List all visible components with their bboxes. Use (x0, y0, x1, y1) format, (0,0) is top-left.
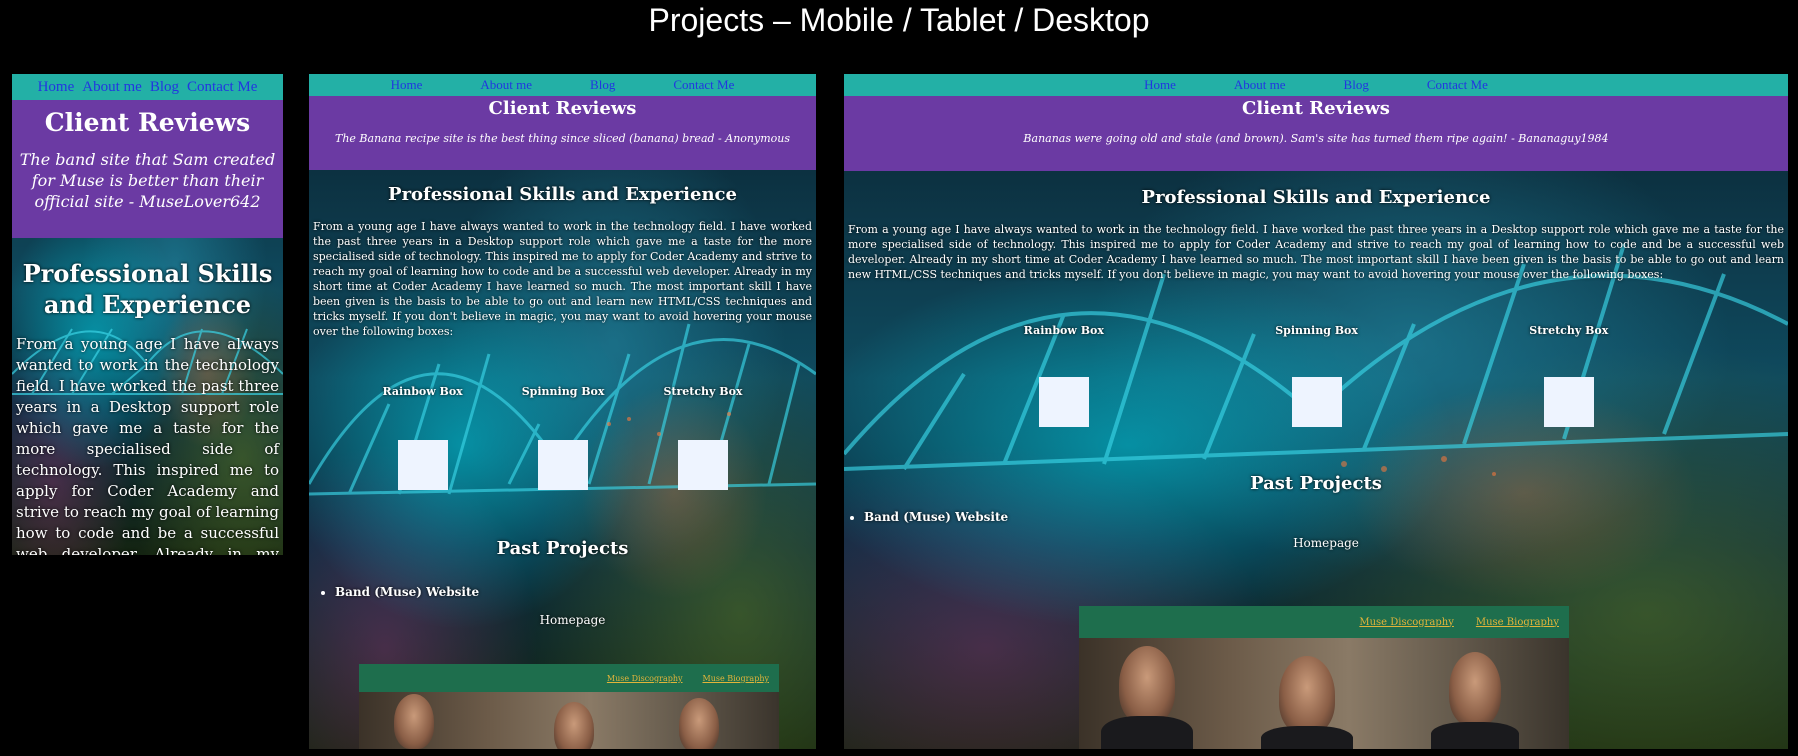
skills-heading: Professional Skills and Experience (388, 184, 737, 205)
homepage-preview: Muse Discography Muse Biography (359, 664, 779, 749)
homepage-label: Homepage (539, 613, 606, 627)
nav-about[interactable]: About me (1234, 77, 1286, 93)
preview-nav: Muse Discography Muse Biography (1079, 606, 1569, 638)
nav-home[interactable]: Home (391, 77, 423, 93)
nav-about[interactable]: About me (82, 79, 142, 96)
muse-discography-link[interactable]: Muse Discography (1359, 617, 1454, 628)
skills-text: From a young age I have always wanted to… (16, 335, 279, 555)
tablet-preview: Home About me Blog Contact Me Client Rev… (309, 74, 816, 749)
page-title: Projects – Mobile / Tablet / Desktop (648, 2, 1150, 38)
nav-contact[interactable]: Contact Me (187, 79, 257, 96)
nav-home[interactable]: Home (38, 79, 75, 96)
spinning-box[interactable] (538, 440, 589, 490)
homepage-label: Homepage (1293, 536, 1359, 550)
nav-blog[interactable]: Blog (150, 79, 179, 96)
nav-about[interactable]: About me (480, 77, 532, 93)
review-text: The band site that Sam created for Muse … (19, 150, 276, 211)
rainbow-box[interactable] (1038, 377, 1089, 427)
reviews-heading: Client Reviews (488, 98, 637, 119)
preview-nav: Muse Discography Muse Biography (359, 664, 779, 692)
muse-biography-link[interactable]: Muse Biography (1476, 617, 1559, 628)
skills-heading: Professional Skills and Experience (22, 259, 273, 319)
nav-blog[interactable]: Blog (590, 77, 615, 93)
projects-heading: Past Projects (1250, 473, 1382, 494)
nav-home[interactable]: Home (1144, 77, 1176, 93)
homepage-preview: Muse Discography Muse Biography (1079, 606, 1569, 749)
nav-contact[interactable]: Contact Me (1427, 77, 1488, 93)
reviews-heading: Client Reviews (44, 108, 251, 137)
reviews-section: Client Reviews The Banana recipe site is… (309, 96, 816, 170)
past-projects: Past Projects Band (Muse) Website Homepa… (313, 538, 812, 627)
reviews-section: Client Reviews The band site that Sam cr… (12, 100, 283, 238)
desktop-nav: Home About me Blog Contact Me (844, 74, 1788, 96)
projects-heading: Past Projects (496, 538, 629, 559)
hover-boxes: Rainbow Box Spinning Box Stretchy Box (313, 385, 812, 490)
stretchy-box-label: Stretchy Box (1529, 324, 1609, 337)
muse-discography-link[interactable]: Muse Discography (607, 674, 683, 683)
past-projects: Past Projects Band (Muse) Website Homepa… (848, 473, 1784, 550)
nav-blog[interactable]: Blog (1344, 77, 1369, 93)
skills-heading: Professional Skills and Experience (1141, 187, 1491, 208)
desktop-preview: Home About me Blog Contact Me Client Rev… (844, 74, 1788, 749)
stretchy-box-label: Stretchy Box (663, 385, 743, 398)
project-item[interactable]: Band (Muse) Website (335, 585, 812, 599)
skills-text: From a young age I have always wanted to… (848, 223, 1784, 281)
rainbow-box[interactable] (397, 440, 448, 490)
project-item[interactable]: Band (Muse) Website (864, 510, 1784, 524)
muse-biography-link[interactable]: Muse Biography (703, 674, 770, 683)
spinning-box-label: Spinning Box (1275, 324, 1358, 337)
spinning-box-label: Spinning Box (521, 385, 605, 398)
rainbow-box-label: Rainbow Box (382, 385, 463, 398)
tablet-nav: Home About me Blog Contact Me (309, 74, 816, 96)
mobile-preview: Home About me Blog Contact Me Client Rev… (12, 74, 283, 555)
band-photo (359, 692, 779, 749)
review-text: The Banana recipe site is the best thing… (335, 132, 790, 145)
hover-boxes: Rainbow Box Spinning Box Stretchy Box (848, 324, 1784, 427)
nav-contact[interactable]: Contact Me (673, 77, 734, 93)
skills-text: From a young age I have always wanted to… (313, 220, 812, 338)
review-text: Bananas were going old and stale (and br… (1023, 132, 1609, 145)
stretchy-box[interactable] (1543, 377, 1594, 427)
rainbow-box-label: Rainbow Box (1023, 324, 1104, 337)
mobile-nav: Home About me Blog Contact Me (12, 74, 283, 100)
reviews-heading: Client Reviews (1242, 98, 1390, 119)
band-photo (1079, 638, 1569, 749)
spinning-box[interactable] (1291, 377, 1342, 427)
stretchy-box[interactable] (677, 440, 728, 490)
reviews-section: Client Reviews Bananas were going old an… (844, 96, 1788, 171)
